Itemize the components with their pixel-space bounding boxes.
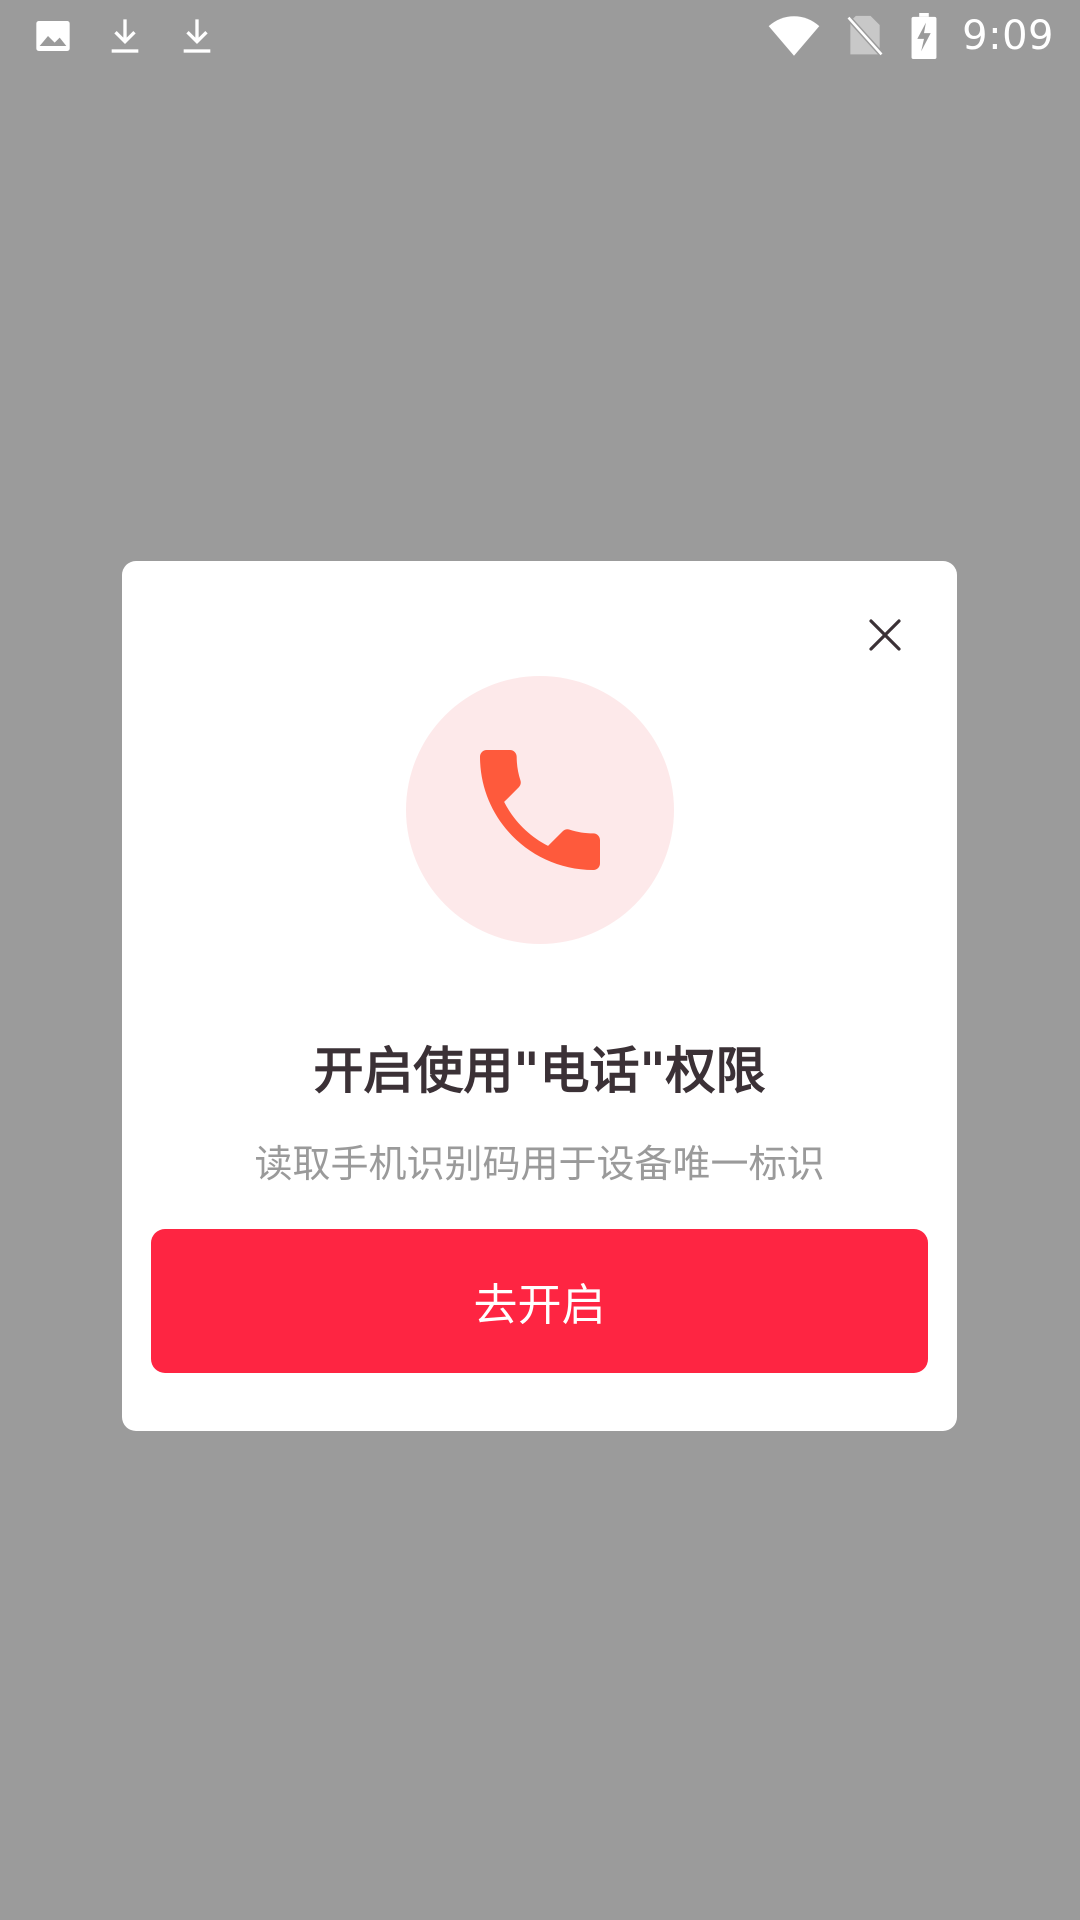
status-time: 9:09	[962, 13, 1054, 59]
image-icon	[32, 15, 74, 57]
status-bar: 9:09	[0, 0, 1080, 72]
status-bar-notifications	[32, 12, 218, 60]
download-icon	[176, 15, 218, 57]
no-sim-icon	[844, 15, 886, 57]
close-icon	[869, 619, 901, 651]
dialog-description: 读取手机识别码用于设备唯一标识	[254, 1142, 825, 1186]
wifi-icon	[766, 15, 822, 57]
close-button[interactable]	[863, 613, 907, 657]
status-bar-system: 9:09	[766, 12, 1054, 60]
battery-charging-icon	[908, 13, 940, 59]
phone-icon	[480, 750, 600, 870]
enable-permission-button[interactable]: 去开启	[151, 1229, 928, 1373]
phone-icon-badge	[406, 676, 674, 944]
download-icon	[104, 15, 146, 57]
dialog-title: 开启使用"电话"权限	[313, 1042, 766, 1100]
permission-dialog: 开启使用"电话"权限 读取手机识别码用于设备唯一标识 去开启	[122, 561, 957, 1431]
